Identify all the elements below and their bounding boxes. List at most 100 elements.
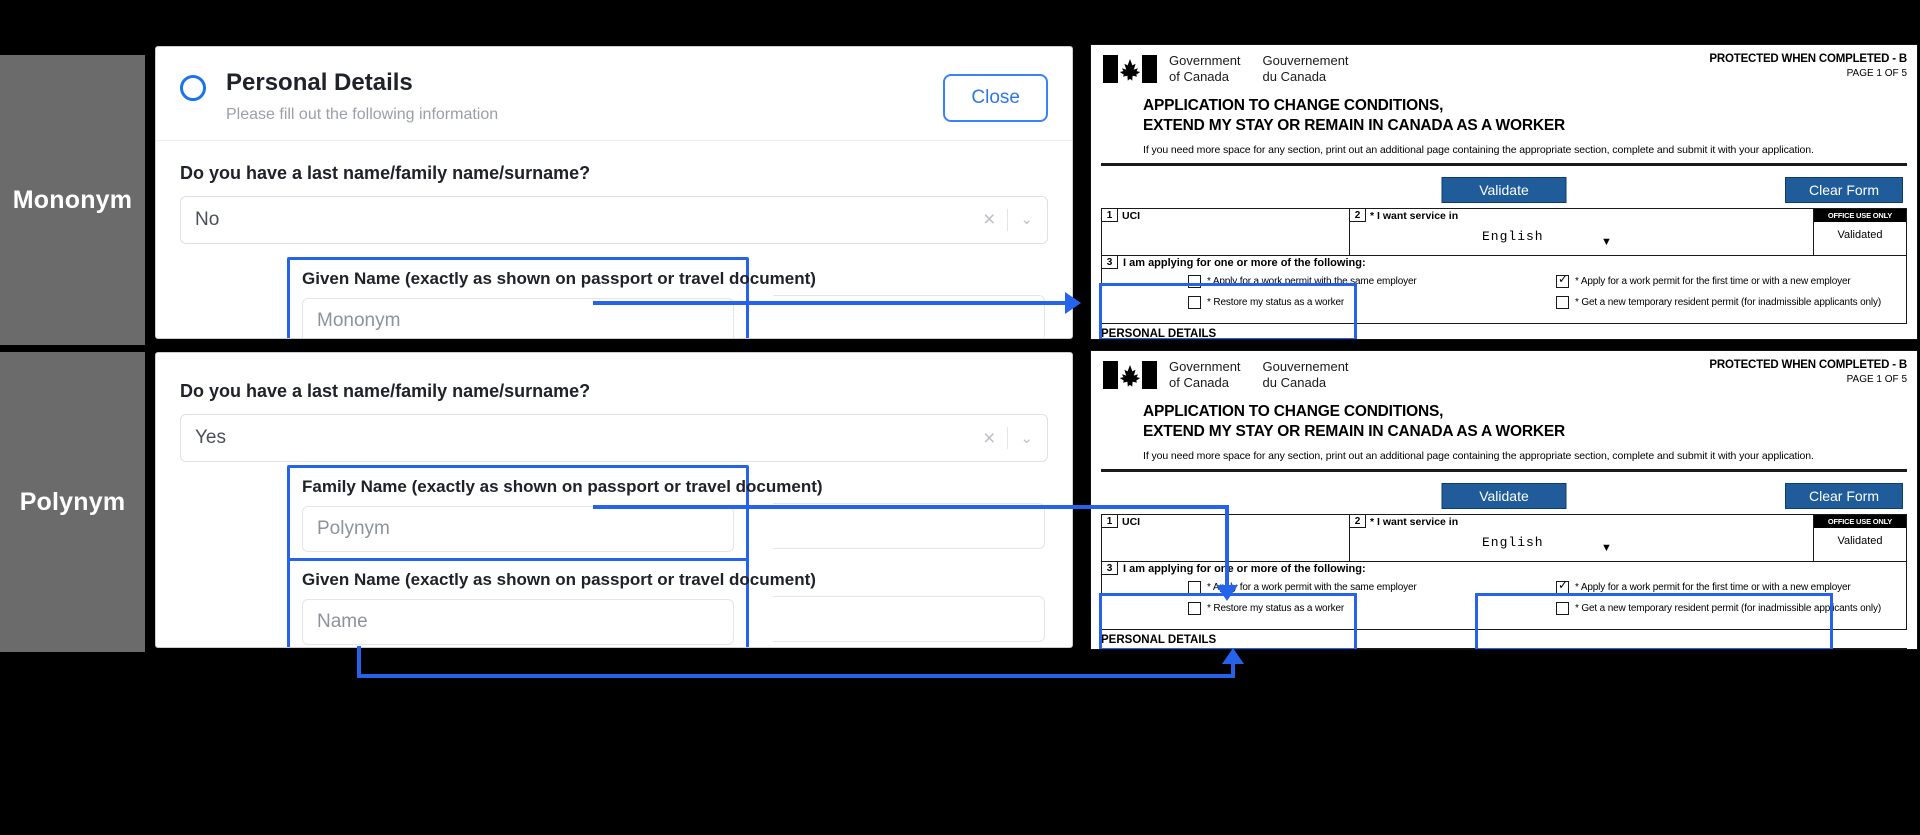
office-use-value: Validated [1837, 229, 1883, 242]
uci-field[interactable]: UCI [1118, 209, 1350, 256]
clear-form-button[interactable]: Clear Form [1785, 177, 1903, 204]
checkbox-icon-first-time[interactable] [1556, 579, 1569, 595]
apply-label: I am applying for one or more of the fol… [1123, 257, 1366, 270]
given-name-field-group-polynym: Given Name (exactly as shown on passport… [287, 558, 816, 647]
chevron-down-icon[interactable]: ⌄ [1020, 431, 1033, 446]
chevron-down-icon[interactable]: ▼ [1601, 542, 1612, 554]
clear-icon[interactable]: × [983, 428, 995, 449]
chevron-down-icon[interactable]: ▼ [1601, 236, 1612, 248]
checkbox-icon-temporary-resident-permit[interactable] [1556, 296, 1569, 310]
checkbox-row[interactable]: * Apply for a work permit for the first … [1556, 273, 1906, 289]
uci-service-row: 1 UCI 2 * I want service in English ▼ OF… [1101, 514, 1907, 563]
apply-header: 3 I am applying for one or more of the f… [1102, 256, 1906, 270]
checkbox-icon-restore-status[interactable] [1188, 296, 1201, 310]
connector-polynym-given-horizontal [357, 674, 1235, 678]
family-name-input-right-half[interactable] [773, 503, 1045, 549]
panel-header: Personal Details Please fill out the fol… [156, 47, 1072, 141]
chevron-down-icon[interactable]: ⌄ [1020, 212, 1033, 227]
pdf-button-row: Validate Clear Form [1101, 480, 1907, 514]
gov-en-line2: of Canada [1169, 69, 1229, 85]
surname-select-value: No [195, 208, 220, 230]
close-button[interactable]: Close [943, 74, 1048, 123]
checkbox-row[interactable]: * Apply for a work permit for the first … [1556, 579, 1906, 595]
checkbox-label: * Apply for a work permit with the same … [1207, 582, 1417, 594]
service-field-number: 2 [1350, 515, 1366, 529]
panel-header-text: Personal Details Please fill out the fol… [226, 69, 943, 124]
checkbox-row[interactable]: * Get a new temporary resident permit (f… [1556, 602, 1906, 616]
uci-field[interactable]: UCI [1118, 515, 1350, 562]
checkbox-icon-restore-status[interactable] [1188, 602, 1201, 616]
screenshot-stage: Mononym Polynym Personal Details Please … [0, 0, 1920, 835]
surname-select-value-polynym: Yes [195, 427, 226, 448]
given-name-label-polynym: Given Name (exactly as shown on passport… [302, 570, 816, 589]
personal-details-header: PERSONAL DETAILS [1101, 634, 1217, 647]
given-name-input-polynym[interactable]: Name [302, 599, 734, 645]
checkbox-label: * Restore my status as a worker [1207, 603, 1345, 615]
wordmark-english: Government of Canada [1169, 359, 1241, 392]
validate-button[interactable]: Validate [1441, 483, 1567, 510]
checkbox-column-right: * Apply for a work permit for the first … [1504, 579, 1906, 623]
government-of-canada-wordmark: Government of Canada Gouvernement du Can… [1169, 359, 1349, 392]
row-label-mononym: Mononym [0, 55, 145, 345]
clear-icon[interactable]: × [983, 209, 995, 230]
connector-arrowhead-down [1216, 585, 1238, 601]
protected-marking: PROTECTED WHEN COMPLETED - B PAGE 1 OF 5 [1709, 359, 1907, 385]
uci-field-number: 1 [1102, 209, 1118, 223]
checkbox-row[interactable]: * Apply for a work permit with the same … [1188, 275, 1504, 289]
service-value: English [1482, 229, 1544, 245]
checkbox-icon-temporary-resident-permit[interactable] [1556, 602, 1569, 616]
given-name-caption: Given name(s) (as shown on your passport… [1482, 649, 1797, 650]
surname-select[interactable]: No × ⌄ [180, 195, 1048, 244]
given-name-input-right-half-polynym[interactable] [773, 596, 1045, 642]
uci-field-number: 1 [1102, 515, 1118, 529]
uci-label: UCI [1122, 210, 1141, 223]
form-title: APPLICATION TO CHANGE CONDITIONS, EXTEND… [1143, 402, 1907, 444]
checkbox-row[interactable]: * Restore my status as a worker [1188, 602, 1504, 616]
divider [1007, 208, 1009, 231]
checkbox-row[interactable]: * Get a new temporary resident permit (f… [1556, 296, 1906, 310]
radio-circle-icon[interactable] [180, 75, 206, 101]
surname-select-polynym[interactable]: Yes × ⌄ [180, 414, 1048, 462]
divider-rule [1101, 469, 1907, 473]
page-subtitle: Please fill out the following informatio… [226, 105, 499, 123]
checkbox-row[interactable]: * Restore my status as a worker [1188, 296, 1504, 310]
checkbox-icon-first-time[interactable] [1556, 273, 1569, 289]
form-note: If you need more space for any section, … [1143, 144, 1814, 157]
pdf-form-polynym: Government of Canada Gouvernement du Can… [1090, 350, 1918, 650]
connector-arrowhead-up [1222, 648, 1244, 664]
given-name-cell[interactable]: Given name(s) (as shown on your passport… [1482, 649, 1798, 650]
checkbox-icon-same-employer[interactable] [1188, 275, 1201, 289]
service-language-field[interactable]: * I want service in English ▼ [1366, 515, 1814, 562]
protected-marking: PROTECTED WHEN COMPLETED - B PAGE 1 OF 5 [1709, 53, 1907, 79]
row-label-mononym-text: Mononym [12, 185, 133, 214]
surname-question-label: Do you have a last name/family name/surn… [180, 162, 591, 183]
family-name-label: Family Name (exactly as shown on passpor… [302, 477, 823, 496]
page-title: Personal Details [226, 69, 413, 96]
gov-fr-line1: Gouvernement [1262, 53, 1349, 68]
gov-fr-line1: Gouvernement [1262, 359, 1349, 374]
checkbox-label: * Apply for a work permit for the first … [1575, 582, 1851, 594]
clear-form-button[interactable]: Clear Form [1785, 483, 1903, 510]
personal-details-header: PERSONAL DETAILS [1101, 328, 1217, 340]
pdf-form-mononym: Government of Canada Gouvernement du Can… [1090, 44, 1918, 340]
gov-en-line1: Government [1169, 53, 1241, 68]
validate-button[interactable]: Validate [1441, 177, 1567, 204]
checkbox-label: * Restore my status as a worker [1207, 297, 1345, 309]
app-panel-mononym: Personal Details Please fill out the fol… [155, 46, 1073, 339]
wordmark-french: Gouvernement du Canada [1263, 53, 1349, 86]
gov-fr-line2: du Canada [1262, 69, 1327, 85]
service-language-field[interactable]: * I want service in English ▼ [1366, 209, 1814, 256]
divider-rule [1101, 163, 1907, 167]
pdf-header: Government of Canada Gouvernement du Can… [1101, 359, 1907, 392]
checkbox-icon-same-employer[interactable] [1188, 581, 1201, 595]
checkbox-label: * Apply for a work permit with the same … [1207, 276, 1417, 288]
family-name-input[interactable]: Polynym [302, 506, 734, 552]
gov-en-line1: Government [1169, 359, 1241, 374]
surname-question-label-polynym: Do you have a last name/family name/surn… [180, 381, 591, 401]
checkbox-column-left: * Apply for a work permit with the same … [1102, 581, 1504, 623]
apply-checkbox-grid: * Apply for a work permit with the same … [1102, 273, 1906, 317]
canada-flag-icon [1103, 361, 1157, 389]
app-panel-polynym: Do you have a last name/family name/surn… [155, 352, 1073, 648]
form-note: If you need more space for any section, … [1143, 450, 1814, 463]
connector-polynym-family-horizontal [593, 505, 1229, 509]
